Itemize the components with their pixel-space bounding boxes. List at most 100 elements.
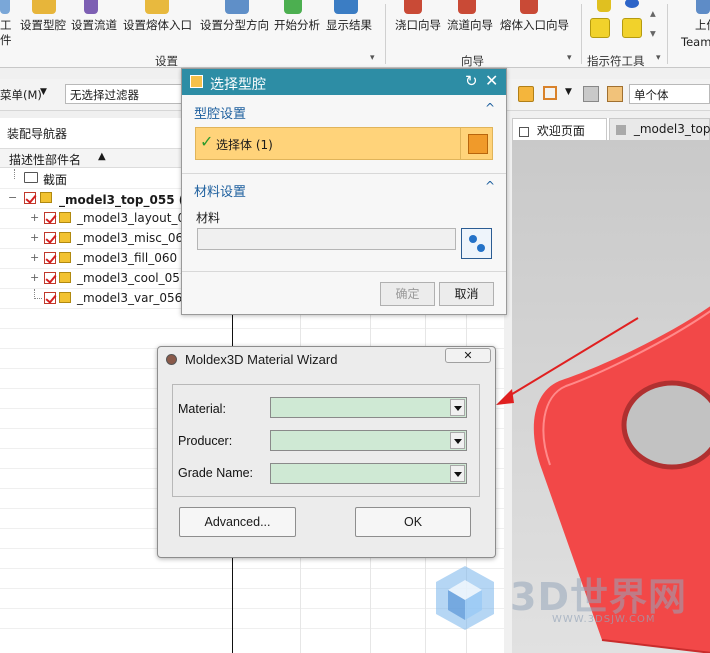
section-header-material[interactable]: 材料设置 bbox=[194, 181, 246, 200]
sort-up-icon[interactable]: ▲ bbox=[98, 151, 106, 162]
dropdown-arrow-icon[interactable] bbox=[450, 465, 465, 482]
visibility-checkbox[interactable] bbox=[24, 192, 36, 204]
expand-toggle[interactable]: + bbox=[30, 251, 39, 264]
ribbon-item-tool[interactable]: 工 bbox=[0, 17, 12, 33]
producer-label: Producer: bbox=[178, 434, 233, 448]
tree-label: _model3_misc_061 bbox=[77, 231, 191, 245]
tab-welcome[interactable]: 欢迎页面 bbox=[512, 118, 607, 140]
show-results-button[interactable]: 显示结果 bbox=[326, 17, 372, 33]
chevron-up-icon[interactable]: ^ bbox=[485, 179, 495, 193]
red-arrow-annotation bbox=[496, 317, 639, 405]
tab-model[interactable]: _model3_top_ bbox=[609, 118, 710, 140]
select-cavity-dialog: 选择型腔 ↻ ✕ 型腔设置 ^ ✓ 选择体 (1) 材料设置 ^ 材料 确定 取… bbox=[181, 68, 507, 315]
watermark-url: WWW.3DSJW.COM bbox=[552, 614, 656, 625]
tree-label: _model3_top_055 ( 顺 bbox=[59, 193, 201, 207]
close-icon[interactable]: ✕ bbox=[485, 71, 498, 90]
set-parting-direction-button[interactable]: 设置分型方向 bbox=[200, 17, 269, 33]
melt-inlet-icon bbox=[145, 0, 169, 14]
chevron-up-icon[interactable]: ^ bbox=[485, 101, 495, 115]
ok-button[interactable]: 确定 bbox=[380, 282, 435, 306]
advanced-button[interactable]: Advanced... bbox=[179, 507, 296, 537]
material-select[interactable] bbox=[270, 397, 467, 418]
visibility-checkbox[interactable] bbox=[44, 272, 56, 284]
refresh-icon[interactable]: ↻ bbox=[465, 72, 478, 90]
tree-line bbox=[34, 289, 42, 299]
material-wizard-dialog: Moldex3D Material Wizard ✕ Material: Pro… bbox=[157, 346, 496, 558]
material-picker-icon[interactable] bbox=[461, 228, 492, 259]
visibility-checkbox[interactable] bbox=[44, 252, 56, 264]
tab-label: 欢迎页面 bbox=[536, 124, 585, 138]
gate-wizard-icon bbox=[404, 0, 422, 14]
group-expand-arrow[interactable]: ▾ bbox=[370, 53, 375, 63]
section-header-cavity[interactable]: 型腔设置 bbox=[194, 103, 246, 122]
selection-scope-dropdown[interactable]: 单个体 bbox=[629, 84, 710, 104]
row-divider bbox=[0, 568, 504, 569]
runner-wizard-button[interactable]: 流道向导 bbox=[447, 17, 493, 33]
ok-button[interactable]: OK bbox=[355, 507, 471, 537]
model-icon bbox=[616, 124, 626, 135]
set-runner-button[interactable]: 设置流道 bbox=[71, 17, 117, 33]
tree-label: _model3_cool_057 bbox=[77, 271, 188, 285]
expand-toggle[interactable]: + bbox=[30, 211, 39, 224]
dropdown-arrow-icon[interactable] bbox=[450, 432, 465, 449]
cube-icon[interactable] bbox=[468, 134, 488, 154]
pointer-tool-icon bbox=[625, 0, 639, 8]
group-expand-arrow[interactable]: ▾ bbox=[656, 53, 661, 63]
pointer-tool-icon[interactable] bbox=[622, 18, 642, 38]
menu-button[interactable]: 菜单(M) bbox=[0, 87, 42, 103]
body-filter-icon[interactable] bbox=[583, 86, 599, 102]
navigator-title: 装配导航器 bbox=[7, 127, 68, 141]
checkmark-icon: ✓ bbox=[200, 132, 214, 151]
start-analysis-button[interactable]: 开始分析 bbox=[274, 17, 320, 33]
selection-filter-value: 无选择过滤器 bbox=[70, 88, 139, 102]
tree-label: _model3_var_056 bbox=[77, 291, 183, 305]
assembly-icon bbox=[59, 272, 71, 283]
ribbon-gallery-up[interactable]: ▴ bbox=[650, 6, 656, 20]
pointer-tool-icon bbox=[597, 0, 611, 12]
visibility-checkbox[interactable] bbox=[44, 232, 56, 244]
set-melt-inlet-button[interactable]: 设置熔体入口 bbox=[123, 17, 192, 33]
collapse-toggle[interactable]: − bbox=[8, 191, 17, 204]
grade-name-select[interactable] bbox=[270, 463, 467, 484]
parting-direction-icon bbox=[225, 0, 249, 14]
upload-button[interactable]: 上传 bbox=[695, 17, 710, 33]
chevron-down-icon[interactable]: ▼ bbox=[565, 87, 572, 97]
face-filter-icon[interactable] bbox=[607, 86, 623, 102]
snap-point-icon[interactable] bbox=[518, 86, 534, 102]
cavity-icon bbox=[32, 0, 56, 14]
material-label: Material: bbox=[178, 402, 226, 416]
folder-icon bbox=[24, 172, 38, 183]
material-field[interactable] bbox=[197, 228, 456, 250]
tool-icon bbox=[0, 0, 10, 14]
expand-toggle[interactable]: + bbox=[30, 271, 39, 284]
melt-inlet-wizard-button[interactable]: 熔体入口向导 bbox=[500, 17, 569, 33]
ribbon-gallery-down[interactable]: ▾ bbox=[650, 26, 656, 40]
box-select-icon[interactable] bbox=[543, 86, 557, 100]
chevron-down-icon[interactable]: ▼ bbox=[40, 87, 47, 97]
visibility-checkbox[interactable] bbox=[44, 212, 56, 224]
set-cavity-button[interactable]: 设置型腔 bbox=[20, 17, 66, 33]
watermark-logo-icon bbox=[436, 566, 494, 630]
melt-wizard-icon bbox=[520, 0, 538, 14]
pointer-tool-icon[interactable] bbox=[590, 18, 610, 38]
part-icon bbox=[59, 292, 71, 303]
dropdown-arrow-icon[interactable] bbox=[450, 399, 465, 416]
dialog-titlebar[interactable]: 选择型腔 ↻ ✕ bbox=[182, 69, 506, 95]
expand-toggle[interactable]: + bbox=[30, 231, 39, 244]
group-expand-arrow[interactable]: ▾ bbox=[567, 53, 572, 63]
assembly-icon bbox=[59, 232, 71, 243]
show-results-icon bbox=[334, 0, 358, 14]
tree-line bbox=[14, 169, 15, 179]
visibility-checkbox[interactable] bbox=[44, 292, 56, 304]
gate-wizard-button[interactable]: 浇口向导 bbox=[395, 17, 441, 33]
close-icon[interactable]: ✕ bbox=[445, 348, 491, 363]
producer-select[interactable] bbox=[270, 430, 467, 451]
ribbon: 工 件 设置型腔 设置流道 设置熔体入口 设置分型方向 开始分析 显示结果 浇口… bbox=[0, 0, 710, 68]
cancel-button[interactable]: 取消 bbox=[439, 282, 494, 306]
select-body-row[interactable]: ✓ 选择体 (1) bbox=[195, 127, 493, 160]
grade-name-label: Grade Name: bbox=[178, 466, 254, 480]
tree-label: 截面 bbox=[43, 173, 68, 187]
select-body-label: 选择体 (1) bbox=[216, 138, 273, 152]
selection-filter-dropdown[interactable]: 无选择过滤器 bbox=[65, 84, 183, 104]
material-label: 材料 bbox=[196, 211, 221, 225]
